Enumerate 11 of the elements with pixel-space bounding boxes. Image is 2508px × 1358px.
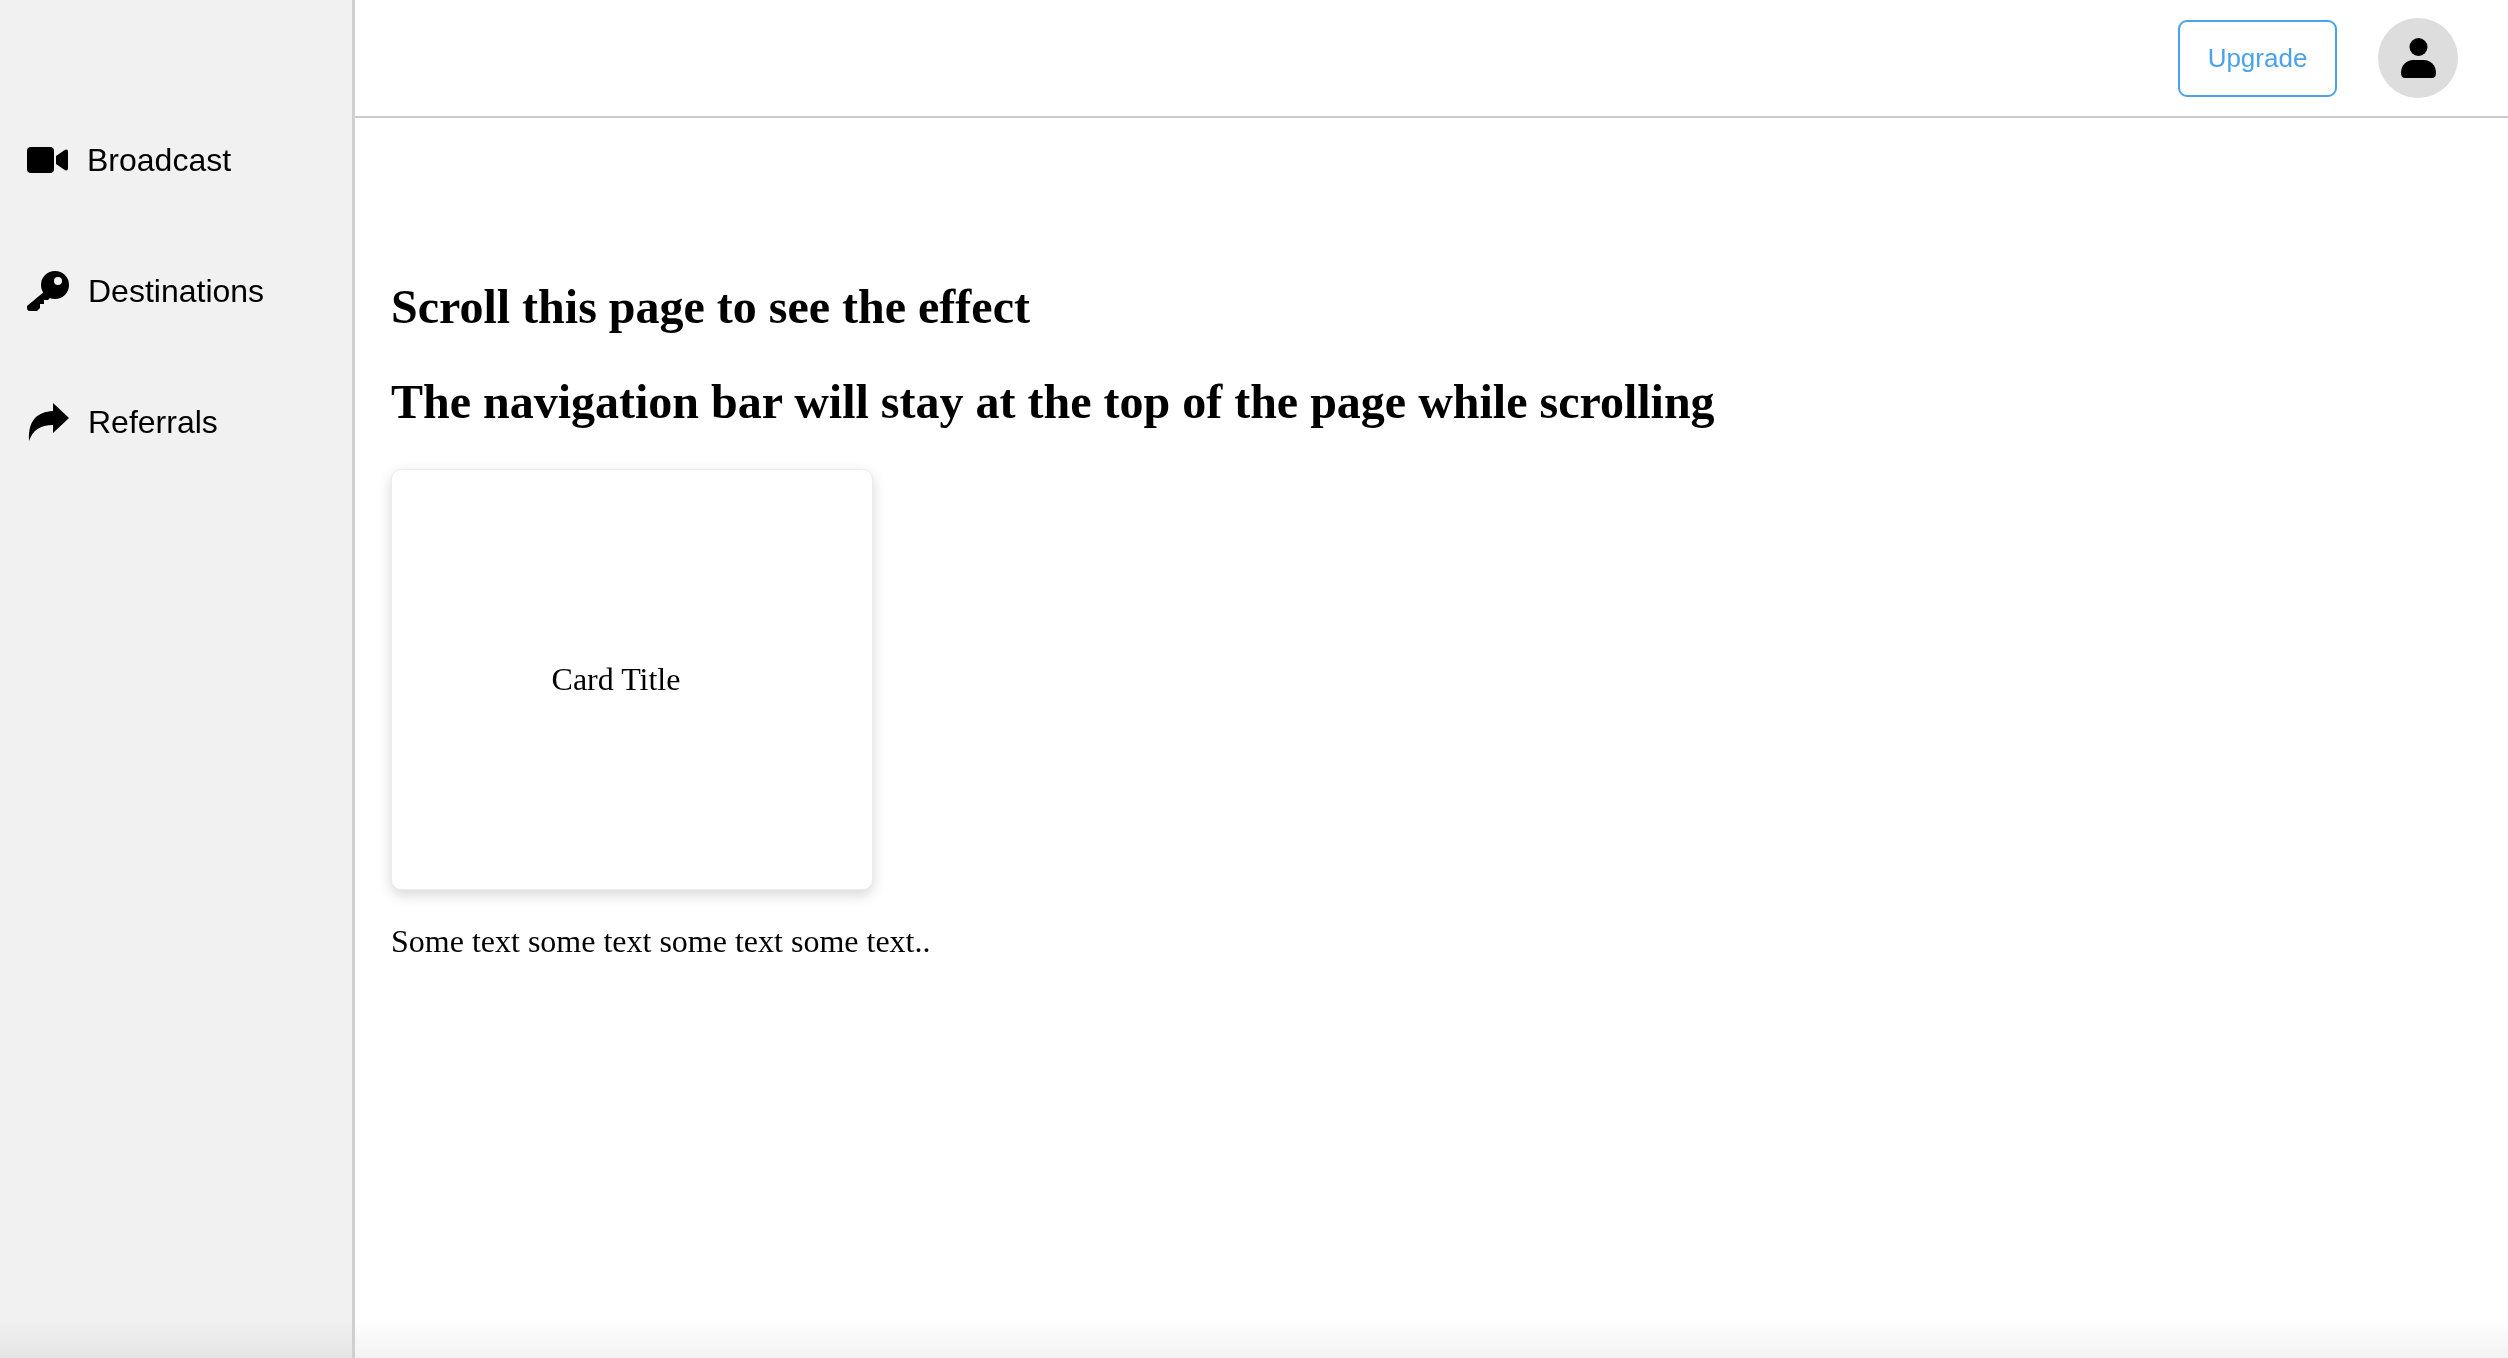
sidebar-link[interactable]: Referrals bbox=[27, 396, 218, 448]
page-heading: The navigation bar will stay at the top of the page while scrolling bbox=[391, 374, 1716, 429]
page-heading: Scroll this page to see the effect bbox=[391, 279, 1031, 334]
person-icon bbox=[2400, 38, 2436, 78]
video-camera-icon bbox=[27, 147, 68, 173]
sidebar-link[interactable]: Broadcast bbox=[27, 134, 232, 186]
share-arrow-icon bbox=[27, 402, 69, 442]
sidebar-link[interactable]: Destinations bbox=[27, 265, 265, 317]
key-icon bbox=[27, 271, 69, 311]
body-text: Some text some text some text some text.. bbox=[391, 923, 932, 960]
card-title: Card Title bbox=[551, 661, 681, 698]
